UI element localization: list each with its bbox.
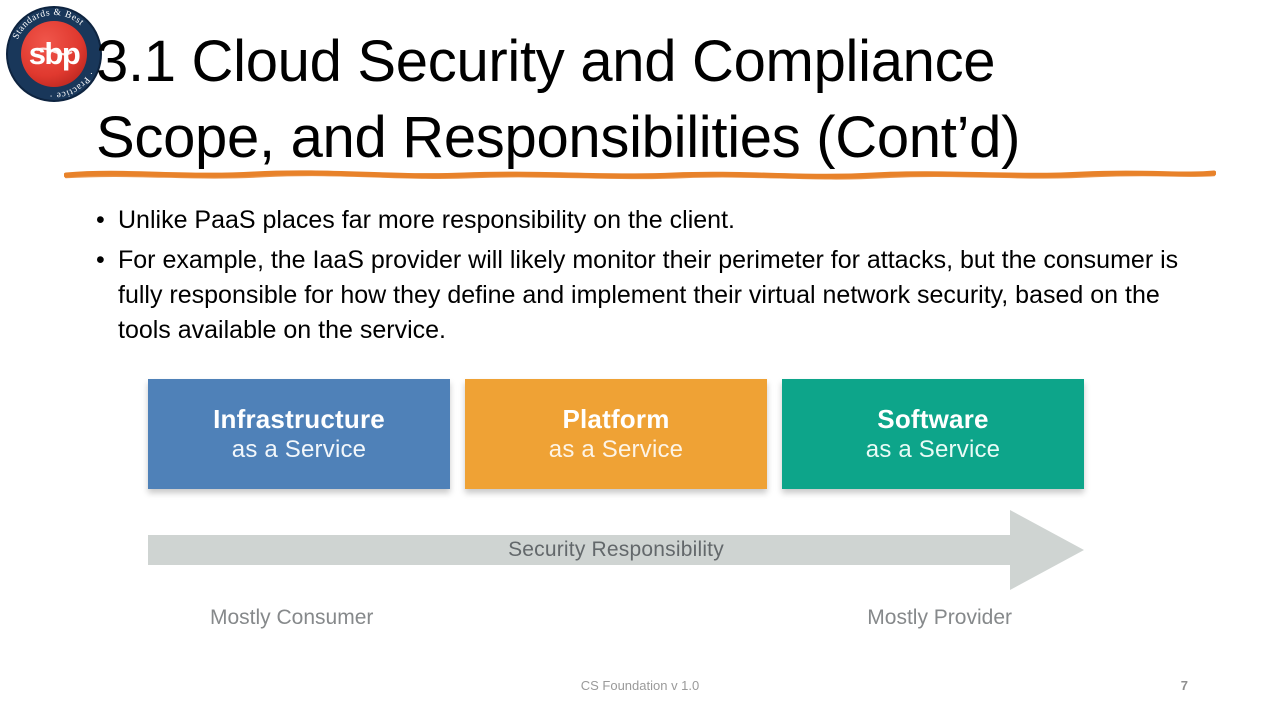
- arrow-label: Security Responsibility: [508, 538, 724, 561]
- end-label-provider: Mostly Provider: [867, 606, 1012, 629]
- list-item: • Unlike PaaS places far more responsibi…: [96, 203, 1206, 238]
- service-box-paas: Platform as a Service: [465, 379, 767, 489]
- service-box-paas-title: Platform: [562, 403, 670, 434]
- service-box-paas-subtitle: as a Service: [548, 435, 684, 463]
- bullet-text-2: For example, the IaaS provider will like…: [118, 246, 1179, 344]
- svg-text:sbp: sbp: [29, 36, 80, 71]
- bullet-marker-icon: •: [96, 206, 105, 234]
- service-box-iaas: Infrastructure as a Service: [148, 379, 450, 489]
- title-underline-accent: [63, 166, 1217, 182]
- footer-text: CS Foundation v 1.0: [580, 678, 700, 693]
- security-responsibility-arrow: Security Responsibility: [148, 508, 1084, 592]
- slide-number: 7: [1180, 678, 1188, 693]
- page-title: 3.1 Cloud Security and Compliance Scope,…: [96, 24, 1216, 176]
- end-label-consumer: Mostly Consumer: [210, 606, 374, 629]
- bullet-text-1: Unlike PaaS places far more responsibili…: [118, 206, 735, 234]
- list-item: • For example, the IaaS provider will li…: [96, 243, 1206, 348]
- service-box-saas-subtitle: as a Service: [865, 435, 1001, 463]
- title-line-2: Scope, and Responsibilities (Cont’d): [96, 105, 1021, 170]
- sbp-logo: Standards & Best · Practice · sbp: [4, 4, 104, 104]
- service-model-boxes: Infrastructure as a Service Platform as …: [148, 379, 1084, 489]
- service-box-saas: Software as a Service: [782, 379, 1084, 489]
- bullet-list: • Unlike PaaS places far more responsibi…: [96, 203, 1206, 353]
- bullet-marker-icon: •: [96, 246, 105, 274]
- service-box-iaas-subtitle: as a Service: [231, 435, 367, 463]
- arrow-end-labels: Mostly Consumer Mostly Provider: [148, 606, 1084, 630]
- service-box-saas-title: Software: [877, 403, 989, 434]
- title-line-1: 3.1 Cloud Security and Compliance: [96, 29, 996, 94]
- service-box-iaas-title: Infrastructure: [213, 403, 385, 434]
